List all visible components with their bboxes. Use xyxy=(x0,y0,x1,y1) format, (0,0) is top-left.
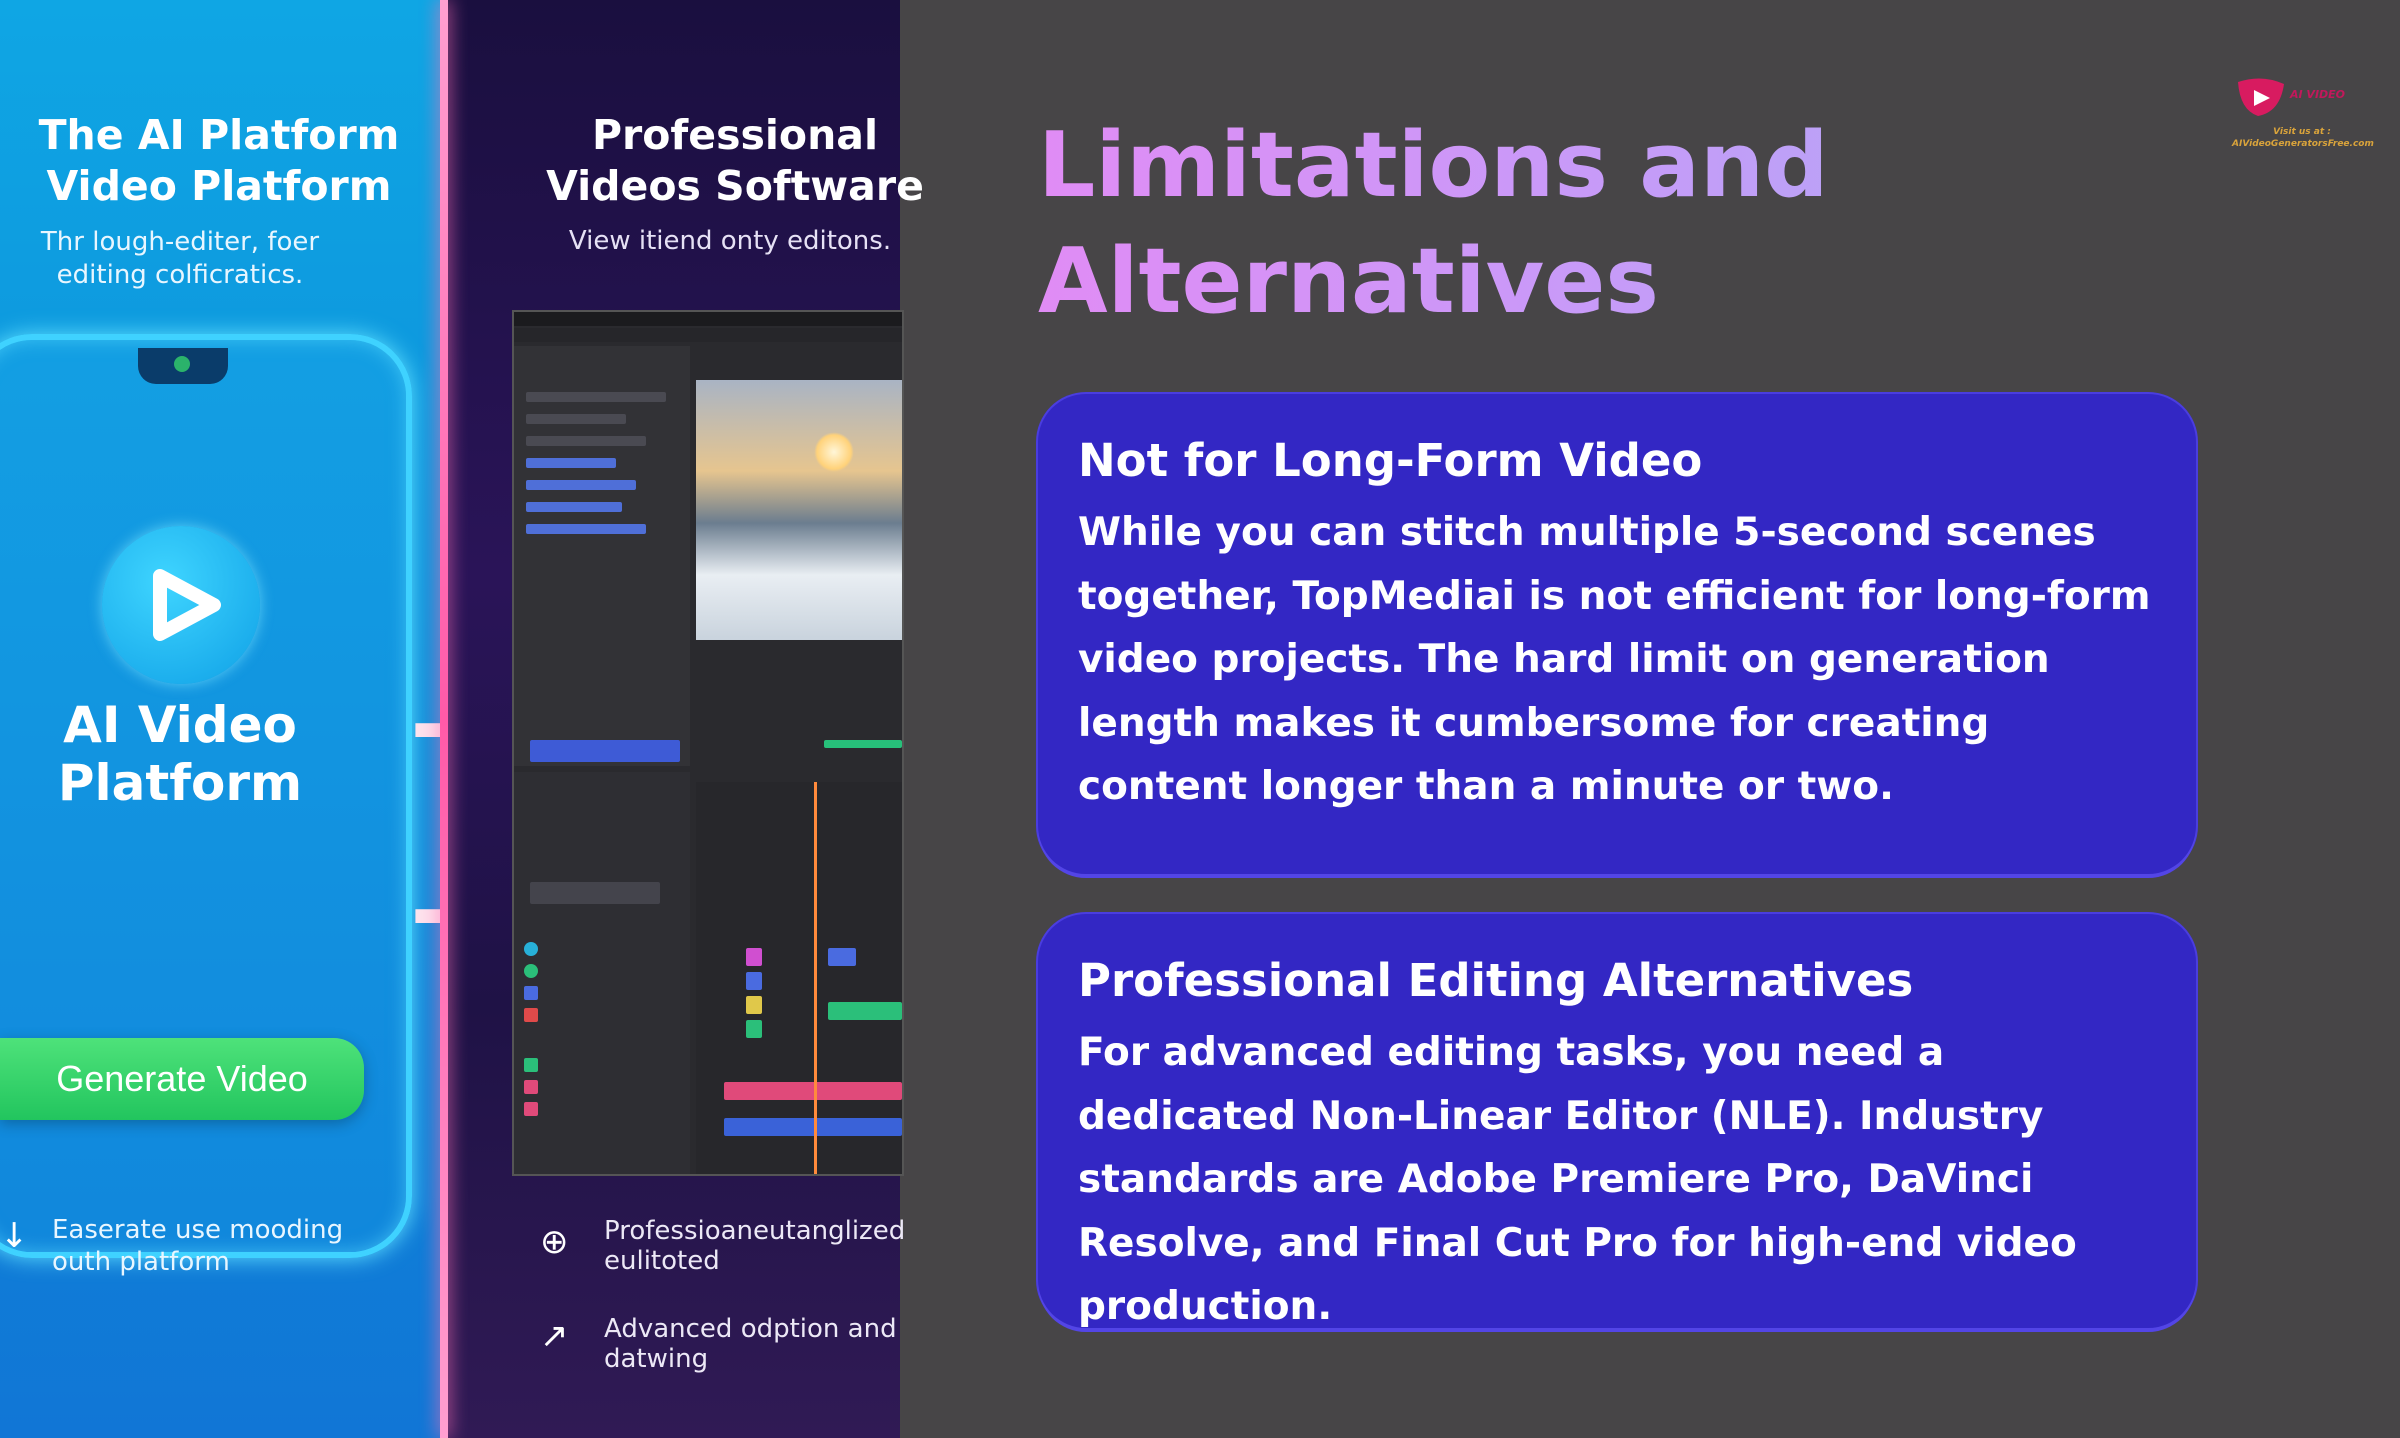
plus-circle-icon: ⊕ xyxy=(540,1222,569,1262)
left-title-line2: Video Platform xyxy=(46,162,392,210)
timeline-clip xyxy=(724,1082,902,1100)
logo-visit-text: Visit us at : AIVideoGeneratorsFree.com xyxy=(2232,126,2374,150)
left-panel-title: The AI Platform Video Platform xyxy=(4,110,434,212)
editor-row xyxy=(526,436,646,446)
logo-url: AIVideoGeneratorsFree.com xyxy=(2232,139,2374,149)
panel-divider xyxy=(440,0,448,1438)
timeline-playhead xyxy=(814,782,817,1174)
timeline-clip xyxy=(746,1020,762,1038)
middle-feature-1: Professioaneutanglized eulitoted xyxy=(604,1216,906,1276)
logo-name: AI VIDEO xyxy=(2290,88,2346,101)
editor-dot xyxy=(524,1102,538,1116)
left-title-line1: The AI Platform xyxy=(38,111,400,159)
preview-sun xyxy=(814,432,854,472)
camera-icon xyxy=(174,356,190,372)
card-title: Professional Editing Alternatives xyxy=(1078,954,1914,1007)
app-title-line2: Platform xyxy=(57,754,303,812)
editor-row xyxy=(526,458,616,468)
left-panel-subtitle: Thr lough-editer, foer editing colficrat… xyxy=(40,227,320,290)
heading-line2: Alternatives xyxy=(1038,229,1659,334)
alternatives-card-editing: Professional Editing Alternatives For ad… xyxy=(1038,914,2196,1329)
app-title: AI Video Platform xyxy=(20,696,340,812)
middle-panel-subtitle: View itiend onty editons. xyxy=(568,226,892,256)
logo-icon xyxy=(2238,78,2284,116)
editor-timeline xyxy=(696,782,902,1174)
middle-title-line1: Professional xyxy=(591,111,879,159)
page-heading: Limitations and Alternatives xyxy=(1038,108,1938,340)
editor-effects-pane xyxy=(514,772,690,1174)
timeline-clip xyxy=(746,948,762,966)
editor-preview-image xyxy=(696,380,902,640)
editor-dot xyxy=(524,1008,538,1022)
editor-row xyxy=(526,414,626,424)
logo-visit-label: Visit us at : xyxy=(2273,127,2331,137)
editor-row xyxy=(526,480,636,490)
editor-toolbar xyxy=(514,328,902,342)
timeline-clip xyxy=(828,1002,902,1020)
timeline-clip xyxy=(746,996,762,1014)
heading-line1: Limitations and xyxy=(1038,113,1829,218)
arrow-down-icon: ↓ xyxy=(0,1216,29,1256)
generate-video-button[interactable]: Generate Video xyxy=(0,1038,364,1120)
editor-row xyxy=(526,524,646,534)
timeline-clip xyxy=(824,740,902,748)
editor-menubar xyxy=(514,312,902,326)
timeline-clip xyxy=(724,1118,902,1136)
timeline-clip xyxy=(746,972,762,990)
middle-title-line2: Videos Software xyxy=(546,162,924,210)
middle-panel-title: Professional Videos Software xyxy=(520,110,950,212)
left-footer-text: Easerate use mooding outh platform xyxy=(52,1215,344,1277)
app-title-line1: AI Video xyxy=(63,696,297,754)
card-body: While you can stitch multiple 5-second s… xyxy=(1078,510,2151,809)
editor-dot xyxy=(524,1058,538,1072)
arrow-up-right-icon: ↗ xyxy=(540,1316,569,1356)
editor-dot xyxy=(524,942,538,956)
editor-row xyxy=(526,502,622,512)
editor-row xyxy=(526,392,666,402)
editor-tool-strip xyxy=(530,882,660,904)
editor-media-pane xyxy=(514,346,690,766)
middle-feature-2: Advanced odption and datwing xyxy=(604,1314,897,1374)
limitation-card-long-form: Not for Long-Form Video While you can st… xyxy=(1038,394,2196,874)
video-editor-screenshot xyxy=(512,310,904,1176)
play-icon xyxy=(102,526,260,684)
card-body: For advanced editing tasks, you need a d… xyxy=(1078,1030,2077,1329)
editor-dot xyxy=(524,1080,538,1094)
editor-dot xyxy=(524,964,538,978)
timeline-clip xyxy=(828,948,856,966)
editor-dot xyxy=(524,986,538,1000)
editor-tool-strip xyxy=(530,740,680,762)
card-title: Not for Long-Form Video xyxy=(1078,434,1703,487)
